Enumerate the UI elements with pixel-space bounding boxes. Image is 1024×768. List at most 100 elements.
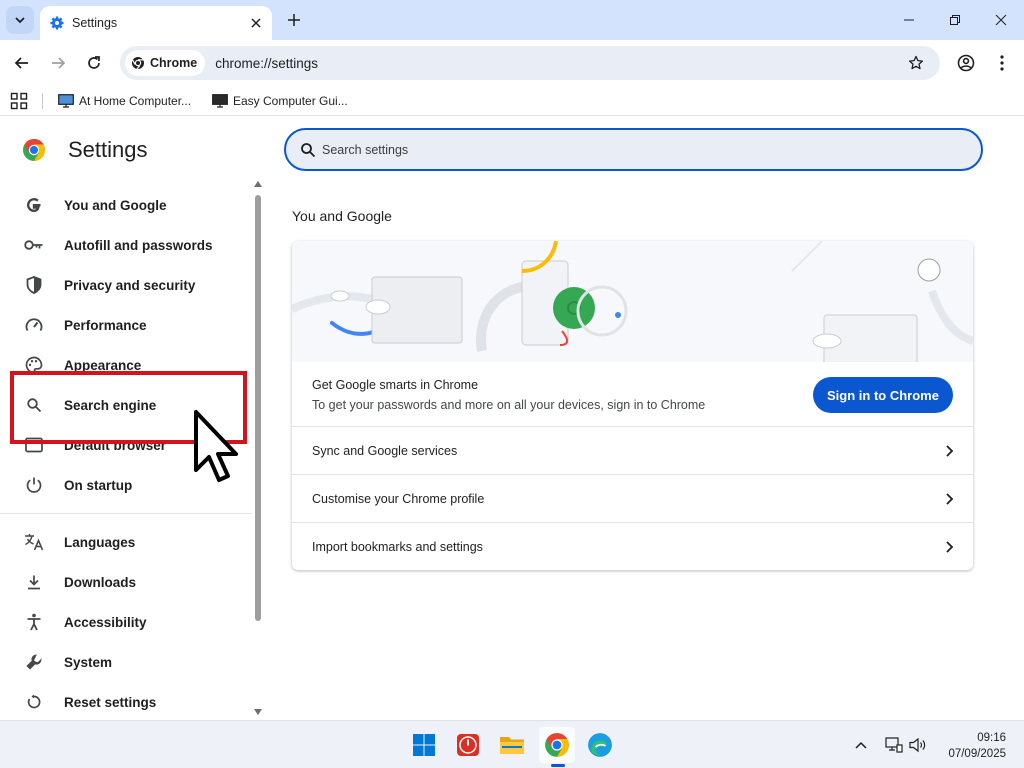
translate-icon xyxy=(24,532,44,552)
chevron-up-icon xyxy=(855,741,867,749)
monitor-icon xyxy=(212,94,228,108)
gear-icon xyxy=(50,16,64,30)
reload-icon xyxy=(88,56,100,69)
download-icon xyxy=(24,572,44,592)
folder-icon xyxy=(500,737,524,754)
taskbar-app-file-explorer[interactable] xyxy=(494,727,530,763)
taskbar: 09:16 07/09/2025 xyxy=(0,720,1024,768)
chevron-right-icon xyxy=(946,540,953,553)
system-clock[interactable]: 09:16 07/09/2025 xyxy=(940,730,1006,762)
settings-search-box[interactable] xyxy=(284,128,983,171)
row-import-bookmarks[interactable]: Import bookmarks and settings xyxy=(292,522,973,570)
chevron-right-icon xyxy=(946,444,953,457)
sidebar-item-system[interactable]: System xyxy=(0,642,252,682)
back-button[interactable] xyxy=(8,49,36,77)
sidebar-item-you-and-google[interactable]: You and Google xyxy=(0,185,252,225)
site-info-chip[interactable]: Chrome xyxy=(125,50,206,76)
network-button[interactable] xyxy=(884,735,904,755)
chrome-logo-icon xyxy=(132,57,144,70)
network-icon xyxy=(885,737,903,753)
settings-main: You and Google Get Google smarts in Chro… xyxy=(265,121,1024,720)
tab-search-button[interactable] xyxy=(6,6,34,34)
close-window-button[interactable] xyxy=(978,0,1024,40)
scroll-thumb[interactable] xyxy=(255,195,261,621)
sidebar-divider xyxy=(0,513,252,514)
minimize-button[interactable] xyxy=(886,0,932,40)
bookmark-label: At Home Computer... xyxy=(79,94,192,108)
forward-button[interactable] xyxy=(44,49,72,77)
apps-grid-icon[interactable] xyxy=(10,92,28,110)
sidebar-item-accessibility[interactable]: Accessibility xyxy=(0,602,252,642)
sidebar-item-languages[interactable]: Languages xyxy=(0,522,252,562)
restore-icon xyxy=(950,15,960,25)
url-text[interactable]: chrome://settings xyxy=(215,56,902,71)
bookmark-item[interactable]: At Home Computer... xyxy=(58,91,191,111)
sidebar-item-privacy[interactable]: Privacy and security xyxy=(0,265,252,305)
new-tab-button[interactable] xyxy=(282,8,306,32)
tab-title: Settings xyxy=(72,16,118,30)
kebab-menu-icon xyxy=(1000,55,1004,71)
bookmarks-separator xyxy=(42,93,43,109)
sign-in-title: Get Google smarts in Chrome xyxy=(312,378,479,392)
restore-button[interactable] xyxy=(932,0,978,40)
start-button[interactable] xyxy=(406,727,442,763)
edge-logo-icon xyxy=(588,733,612,757)
address-bar[interactable]: Chrome chrome://settings xyxy=(120,46,940,80)
chrome-logo-icon xyxy=(545,733,569,757)
sign-in-banner-illustration xyxy=(292,241,973,362)
minimize-icon xyxy=(904,19,914,21)
profile-button[interactable] xyxy=(952,49,980,77)
scroll-up-arrow-icon[interactable] xyxy=(254,181,262,187)
close-icon xyxy=(995,14,1007,26)
row-sync-google-services[interactable]: Sync and Google services xyxy=(292,426,973,474)
clock-time: 09:16 xyxy=(977,732,1006,744)
profile-icon xyxy=(957,54,975,72)
wrench-icon xyxy=(24,652,44,672)
chevron-right-icon xyxy=(946,492,953,505)
tab-strip: Settings xyxy=(0,0,1024,40)
section-title: You and Google xyxy=(292,208,392,224)
scroll-down-arrow-icon[interactable] xyxy=(254,709,262,715)
sign-in-button[interactable]: Sign in to Chrome xyxy=(813,377,953,413)
menu-button[interactable] xyxy=(988,49,1016,77)
taskbar-app-edge[interactable] xyxy=(582,727,618,763)
chevron-down-icon xyxy=(15,17,25,24)
close-icon[interactable] xyxy=(250,17,262,29)
search-icon xyxy=(301,142,316,157)
sidebar-scrollbar[interactable] xyxy=(253,181,263,717)
sidebar-item-autofill[interactable]: Autofill and passwords xyxy=(0,225,252,265)
arrow-right-icon xyxy=(52,57,66,69)
power-icon xyxy=(24,475,44,495)
key-icon xyxy=(24,235,44,255)
speaker-icon xyxy=(909,737,926,753)
bookmark-item[interactable]: Easy Computer Gui... xyxy=(212,91,348,111)
shield-icon xyxy=(24,275,44,295)
volume-button[interactable] xyxy=(908,735,928,755)
page-title: Settings xyxy=(68,137,148,162)
show-hidden-icons-button[interactable] xyxy=(851,735,871,755)
sidebar-item-downloads[interactable]: Downloads xyxy=(0,562,252,602)
row-customise-profile[interactable]: Customise your Chrome profile xyxy=(292,474,973,522)
toolbar: Chrome chrome://settings xyxy=(0,40,1024,86)
reset-icon xyxy=(24,692,44,712)
tab-settings[interactable]: Settings xyxy=(40,6,272,40)
monitor-icon xyxy=(58,94,74,108)
taskbar-app-chrome[interactable] xyxy=(539,727,575,763)
sidebar-item-performance[interactable]: Performance xyxy=(0,305,252,345)
you-and-google-card: Get Google smarts in Chrome To get your … xyxy=(292,241,973,570)
clock-date: 07/09/2025 xyxy=(948,748,1006,760)
speedometer-icon xyxy=(24,315,44,335)
accessibility-icon xyxy=(24,612,44,632)
chrome-logo-icon xyxy=(23,139,45,161)
google-g-icon xyxy=(24,195,44,215)
site-chip-label: Chrome xyxy=(150,56,198,70)
power-app-icon xyxy=(457,734,479,756)
reload-button[interactable] xyxy=(80,49,108,77)
bookmark-star-button[interactable] xyxy=(902,49,930,77)
bookmarks-bar: At Home Computer... Easy Computer Gui... xyxy=(0,86,1024,116)
arrow-left-icon xyxy=(14,57,28,69)
search-input[interactable] xyxy=(322,142,922,157)
taskbar-app-power[interactable] xyxy=(450,727,486,763)
sidebar-item-reset-settings[interactable]: Reset settings xyxy=(0,682,252,722)
settings-header: Settings xyxy=(22,137,148,163)
